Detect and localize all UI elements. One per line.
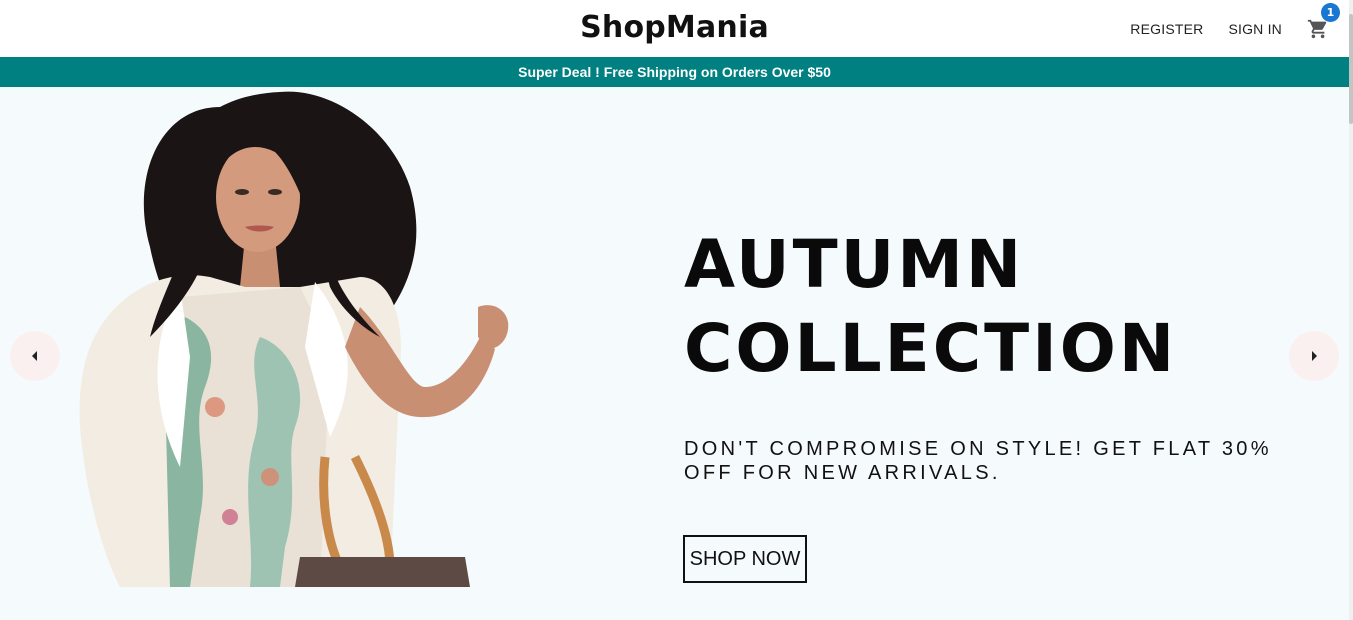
- scrollbar-thumb[interactable]: [1349, 14, 1353, 124]
- slide-title-line-1: AUTUMN: [684, 226, 1025, 303]
- announcement-bar: Super Deal ! Free Shipping on Orders Ove…: [0, 57, 1349, 87]
- model-image: [79, 91, 509, 587]
- nav-actions: REGISTER SIGN IN 1: [1130, 0, 1340, 57]
- shop-now-button[interactable]: SHOP NOW: [683, 535, 807, 583]
- signin-link[interactable]: SIGN IN: [1228, 21, 1282, 37]
- hero-slider: AUTUMN COLLECTION DON'T COMPROMISE ON ST…: [0, 87, 1349, 620]
- scrollbar[interactable]: [1349, 0, 1353, 620]
- slide-title-line-2: COLLECTION: [684, 310, 1178, 387]
- navbar: ShopMania REGISTER SIGN IN 1: [0, 0, 1349, 57]
- announcement-text: Super Deal ! Free Shipping on Orders Ove…: [518, 64, 831, 80]
- prev-slide-button[interactable]: [10, 331, 60, 381]
- cart-count-badge: 1: [1321, 2, 1340, 22]
- slide-description: DON'T COMPROMISE ON STYLE! GET FLAT 30% …: [684, 438, 1272, 484]
- register-link[interactable]: REGISTER: [1130, 21, 1203, 37]
- slide-title: AUTUMN COLLECTION: [684, 223, 1304, 391]
- cart-button[interactable]: 1: [1307, 2, 1340, 42]
- arrow-left-icon: [32, 351, 37, 361]
- arrow-right-icon: [1312, 351, 1317, 361]
